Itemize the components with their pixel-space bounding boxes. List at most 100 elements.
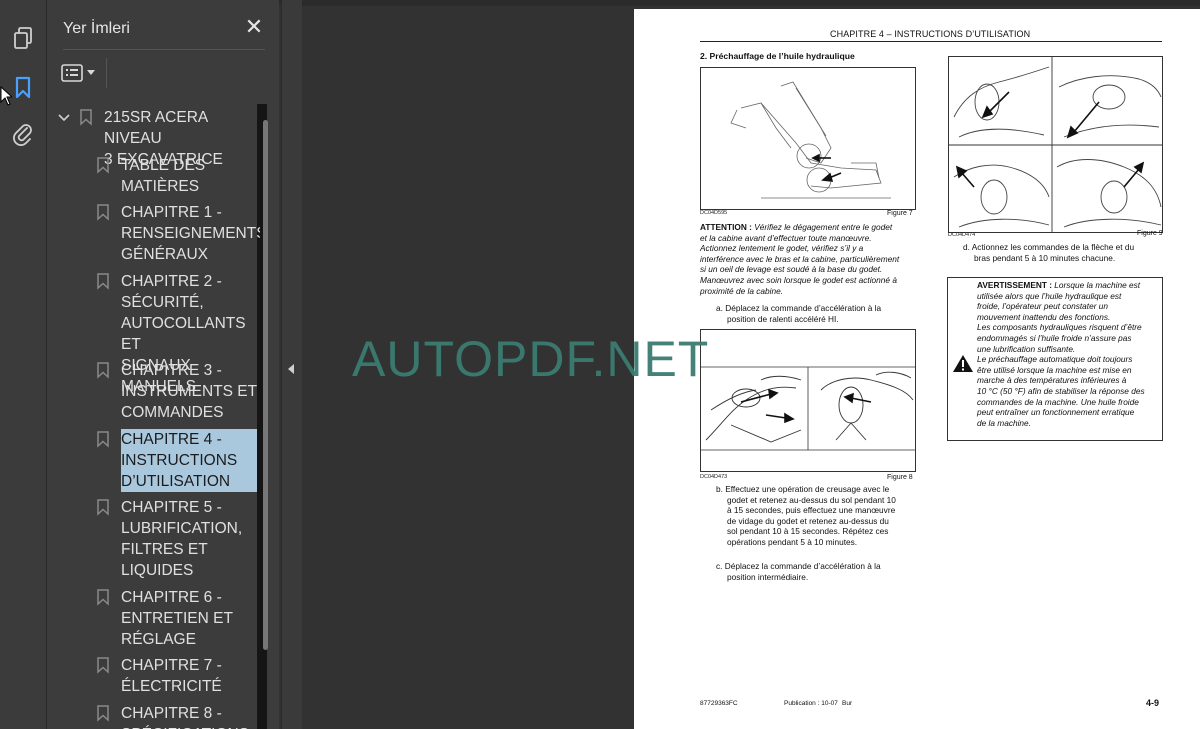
- bookmark-label-line: AUTOCOLLANTS ET: [121, 314, 246, 353]
- bookmark-icon[interactable]: [9, 74, 37, 102]
- figure-9: [948, 56, 1163, 233]
- warning-line: une lubrification suffisante.: [977, 343, 1076, 354]
- scrollbar-thumb[interactable]: [263, 120, 268, 650]
- bookmark-label-line: INSTRUMENTS ET: [121, 383, 258, 400]
- figure-code: DC04D474: [948, 232, 976, 238]
- bookmark-item[interactable]: CHAPITRE 8 - SPÉCIFICATIONS: [55, 700, 260, 729]
- bookmark-label[interactable]: CHAPITRE 8 - SPÉCIFICATIONS: [121, 703, 249, 729]
- bookmark-tree: 215SR ACERA NIVEAU 3 EXCAVATRICE TABLE DES…: [55, 104, 260, 729]
- bookmark-icon: [97, 657, 109, 679]
- warning-line: endommagés si l’huile froide n’assure pa…: [977, 332, 1132, 343]
- warning-line: commandes de la machine. Une huile froid…: [977, 396, 1139, 407]
- bookmark-label-line: 215SR ACERA NIVEAU: [104, 109, 208, 147]
- bookmark-icon: [97, 362, 109, 384]
- step-line: opérations pendant 5 à 10 minutes.: [727, 536, 858, 547]
- bookmark-label-line: LUBRIFICATION,: [121, 520, 243, 537]
- step-line: position intermédiaire.: [727, 571, 809, 582]
- warning-line: peut entraîner un fonctionnement erratiq…: [977, 407, 1135, 418]
- bookmark-icon: [97, 272, 109, 295]
- bookmark-icon: [97, 704, 109, 727]
- bookmark-item[interactable]: TABLE DES MATIÈRES: [55, 152, 260, 200]
- warning-line: 10 °C (50 °F) afin de stabiliser la répo…: [977, 385, 1145, 396]
- bookmark-label-line: LIQUIDES: [121, 562, 194, 579]
- pages-icon[interactable]: [9, 24, 37, 52]
- bookmark-label-line: CHAPITRE 8 -: [121, 704, 222, 722]
- step-line: bras pendant 5 à 10 minutes chacune.: [974, 252, 1116, 263]
- warning-text: AVERTISSEMENT : Lorsque la machine est u…: [977, 280, 1160, 428]
- divider: [63, 49, 265, 50]
- watermark: AUTOPDF.NET: [352, 331, 710, 387]
- step-line: à 15 secondes, puis effectuez une manœuv…: [727, 505, 896, 516]
- attention-line: interférence avec le bras et la cabine, …: [700, 253, 900, 264]
- warning-line: Lorsque la machine est: [1051, 280, 1141, 290]
- options-button[interactable]: [61, 60, 101, 86]
- bookmark-label-line: COMMANDES: [121, 404, 224, 421]
- figure-code: DC04D595: [700, 210, 728, 216]
- footer-publication: Publication : 10-07: [784, 700, 838, 707]
- bookmark-item[interactable]: CHAPITRE 3 - INSTRUMENTS ET COMMANDES: [55, 357, 260, 426]
- step-line: a. Déplacez la commande d’accélération à…: [716, 303, 882, 313]
- header-rule: [700, 41, 1162, 42]
- bookmark-icon: [97, 588, 109, 611]
- bookmark-label-line: RÉGLAGE: [121, 630, 196, 648]
- page-number: 4-9: [1146, 698, 1160, 708]
- warning-line: Le préchauffage automatique doit toujour…: [977, 354, 1133, 365]
- figure-label: Figure 7: [887, 210, 913, 217]
- step-line: godet et retenez au-dessus du sol pendan…: [727, 494, 896, 505]
- bookmark-label[interactable]: CHAPITRE 3 - INSTRUMENTS ET COMMANDES: [121, 360, 257, 423]
- figure-8: [700, 329, 916, 472]
- step-line: position de ralenti accéléré HI.: [727, 313, 839, 324]
- bookmark-label[interactable]: CHAPITRE 5 - LUBRIFICATION, FILTRES ET LIQU…: [121, 497, 242, 581]
- bookmark-label-line: D’UTILISATION: [121, 472, 231, 490]
- footer-code: 87729363FC: [700, 700, 738, 707]
- bookmark-label-line: CHAPITRE 3 -: [121, 362, 222, 379]
- bookmark-icon: [97, 156, 109, 179]
- bookmark-label-line: CHAPITRE 4 -: [121, 430, 222, 448]
- step-a: a. Déplacez la commande d’accélération à…: [716, 303, 881, 324]
- figure-label: Figure 9: [1137, 230, 1163, 237]
- bookmark-label-line: CHAPITRE 2 -: [121, 272, 222, 290]
- bookmark-label[interactable]: CHAPITRE 1 - RENSEIGNEMENTS GÉNÉRAUX: [121, 202, 260, 265]
- bookmark-item[interactable]: CHAPITRE 2 - SÉCURITÉ, AUTOCOLLANTS ET SIGN…: [55, 268, 260, 395]
- warning-title: AVERTISSEMENT :: [977, 280, 1052, 290]
- bookmark-icon: [80, 109, 92, 131]
- bookmark-label[interactable]: CHAPITRE 7 - ÉLECTRICITÉ: [121, 655, 222, 697]
- bookmark-item[interactable]: 215SR ACERA NIVEAU 3 EXCAVATRICE: [55, 104, 260, 168]
- bookmark-label[interactable]: CHAPITRE 4 - INSTRUCTIONS D’UTILISATION: [121, 428, 257, 492]
- attention-block: ATTENTION : Vérifiez le dégagement entre…: [700, 222, 916, 296]
- warning-icon: [952, 354, 974, 378]
- attention-title: ATTENTION :: [700, 222, 752, 232]
- figure-code: DC04D473: [700, 474, 728, 480]
- divider: [106, 58, 107, 88]
- bookmark-item[interactable]: CHAPITRE 4 - INSTRUCTIONS D’UTILISATION: [55, 426, 260, 495]
- step-d: d. Actionnez les commandes de la flèche …: [963, 242, 1134, 263]
- mouse-cursor-icon: [0, 85, 14, 111]
- bookmark-label[interactable]: CHAPITRE 6 - ENTRETIEN ET RÉGLAGE: [121, 587, 233, 650]
- bookmark-label-line: MATIÈRES: [121, 177, 200, 195]
- bookmark-item[interactable]: CHAPITRE 7 - ÉLECTRICITÉ: [55, 652, 260, 700]
- bookmark-item[interactable]: CHAPITRE 5 - LUBRIFICATION, FILTRES ET LIQU…: [55, 494, 260, 584]
- chevron-left-icon: [288, 364, 294, 374]
- bookmark-label-line: ÉLECTRICITÉ: [121, 678, 222, 695]
- warning-line: Les composants hydrauliques risquent d’ê…: [977, 322, 1142, 333]
- warning-line: être utilisé lorsque la machine est mise…: [977, 364, 1132, 375]
- bookmark-item[interactable]: CHAPITRE 1 - RENSEIGNEMENTS GÉNÉRAUX: [55, 199, 260, 268]
- section-title: 2. Préchauffage de l’huile hydraulique: [700, 51, 855, 61]
- step-line: d. Actionnez les commandes de la flèche …: [963, 242, 1135, 252]
- bookmark-label-line: FILTRES ET: [121, 541, 208, 558]
- joystick-photo: [701, 330, 915, 471]
- bookmark-label-line: CHAPITRE 6 -: [121, 588, 222, 606]
- collapse-panel-button[interactable]: [281, 0, 302, 729]
- step-c: c. Déplacez la commande d’accélération à…: [716, 561, 881, 582]
- close-icon[interactable]: ✕: [243, 16, 265, 38]
- figure-label: Figure 8: [887, 474, 913, 481]
- attachment-icon[interactable]: [9, 120, 37, 148]
- bookmark-label-line: SÉCURITÉ,: [121, 293, 204, 311]
- attention-line: Manœuvrez avec soin lorsque le godet est…: [700, 274, 897, 285]
- bookmark-label-line: INSTRUCTIONS: [121, 451, 238, 469]
- figure-7: [700, 67, 916, 210]
- bookmark-label[interactable]: TABLE DES MATIÈRES: [121, 155, 205, 197]
- chevron-down-icon[interactable]: [58, 109, 70, 127]
- bookmarks-panel: Yer İmleri ✕ 215SR ACERA NIVEAU 3 EXCAVAT…: [47, 0, 279, 729]
- bookmark-item[interactable]: CHAPITRE 6 - ENTRETIEN ET RÉGLAGE: [55, 584, 260, 653]
